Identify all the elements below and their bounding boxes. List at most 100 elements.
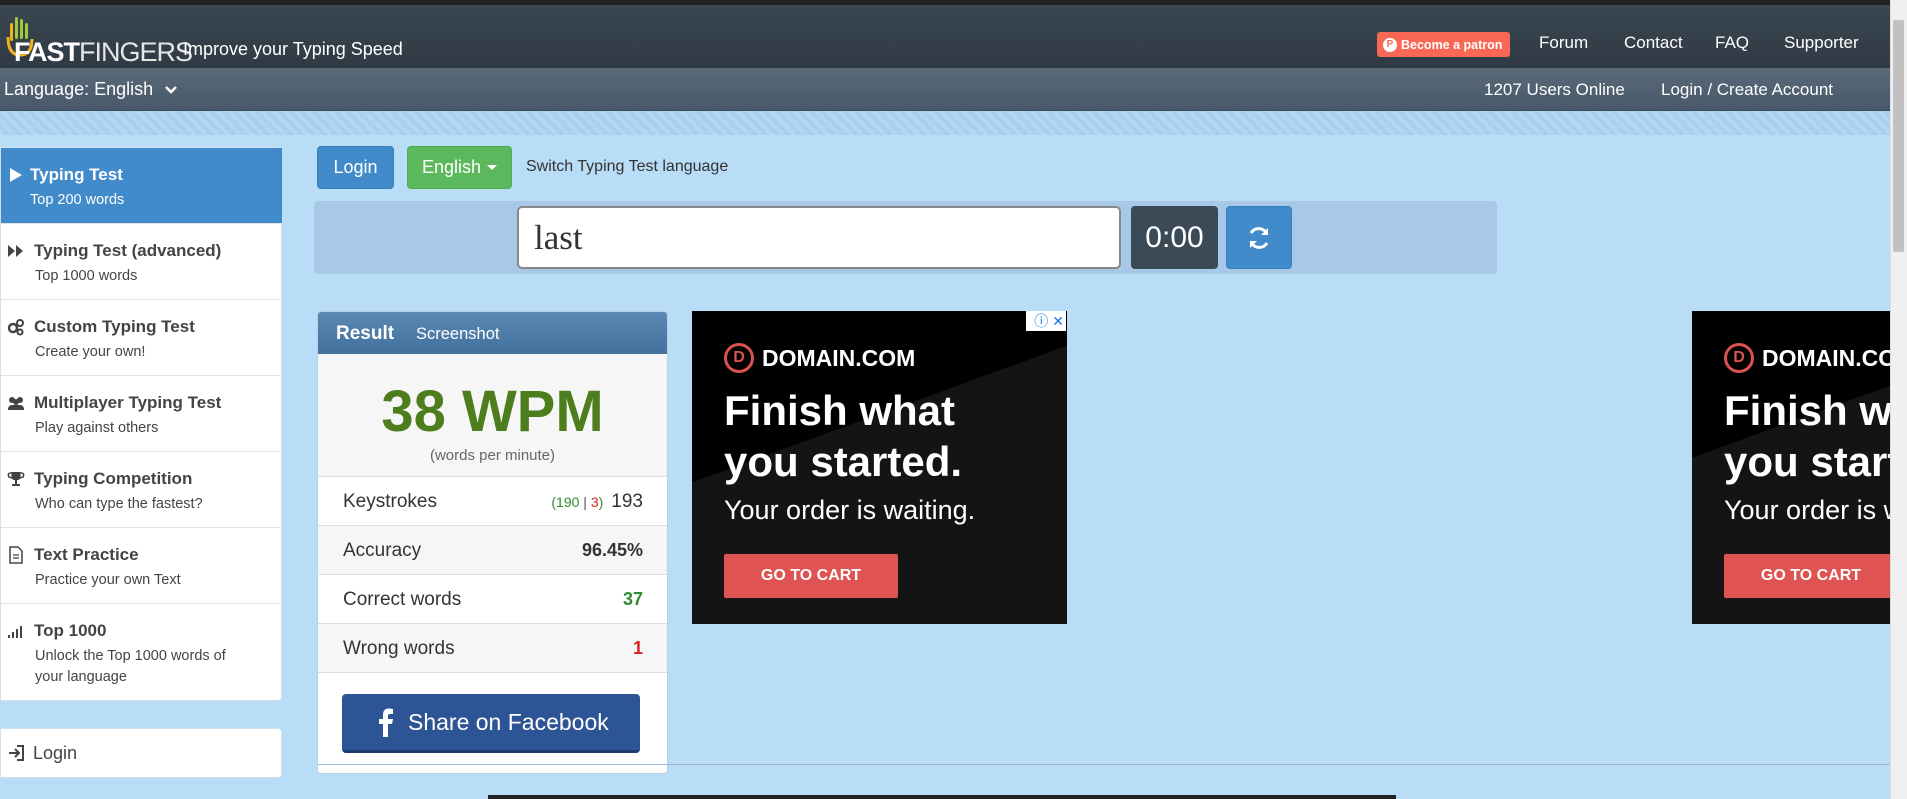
divider [318, 764, 1890, 765]
ad-choices[interactable]: ⓘ ✕ [1026, 311, 1066, 331]
sidebar-item-text-practice[interactable]: Text Practice Practice your own Text [1, 528, 282, 604]
ad-cta-button[interactable]: GO TO CART [1724, 554, 1890, 598]
correct-words-value: 37 [622, 589, 643, 609]
logo[interactable]: FASTFINGERS [4, 15, 193, 67]
nav-faq[interactable]: FAQ [1715, 33, 1749, 53]
sidebar-item-title: Typing Test (advanced) [34, 241, 222, 260]
scrollbar-thumb[interactable] [1893, 20, 1904, 252]
ad-brand: DDOMAIN.COM [1724, 343, 1890, 373]
fast-forward-icon [8, 245, 23, 257]
share-facebook-label: Share on Facebook [408, 708, 609, 735]
nav-contact[interactable]: Contact [1624, 33, 1683, 53]
domain-logo-icon: D [724, 343, 754, 373]
result-header: Result Screenshot [318, 312, 667, 354]
sidebar-item-typing-test-advanced[interactable]: Typing Test (advanced) Top 1000 words [1, 224, 282, 300]
sidebar-item-title: Custom Typing Test [34, 317, 195, 336]
ad-headline: Finish whatyou started. [724, 387, 963, 485]
nav-supporter[interactable]: Supporter [1784, 33, 1859, 53]
caret-down-icon [487, 165, 498, 170]
trophy-icon [7, 472, 25, 486]
sub-header: Language: English 1207 Users Online Logi… [0, 68, 1890, 111]
gears-icon [7, 319, 24, 336]
sidebar-item-sub: Top 1000 words [35, 268, 138, 284]
logo-text: FASTFINGERS [14, 37, 193, 67]
sidebar-item-sub: Practice your own Text [35, 572, 181, 588]
wpm-box: 38 WPM (words per minute) [318, 354, 667, 477]
switch-language-label: Switch Typing Test language [526, 158, 729, 175]
sidebar-login-label: Login [33, 743, 78, 763]
result-panel: Result Screenshot 38 WPM (words per minu… [317, 311, 668, 774]
advertisement[interactable]: D DOMAIN.COM Finish what you started. Your… [692, 311, 1067, 624]
sidebar-item-sub: Top 200 words [30, 192, 125, 208]
wpm-subtitle: (words per minute) [429, 447, 556, 464]
wrong-words-row: Wrong words 1 [318, 624, 667, 673]
users-online: 1207 Users Online [1484, 80, 1625, 99]
sidebar: Typing Test Top 200 words Typing Test (a… [0, 147, 282, 701]
wrong-words-value: 1 [632, 638, 643, 658]
ad-headline: Finish whatyou started. [1724, 387, 1890, 485]
patreon-icon: P [1383, 37, 1397, 52]
facebook-icon [379, 708, 393, 737]
bottom-edge [488, 795, 1396, 799]
language-dropdown[interactable]: Language: English [4, 79, 178, 100]
header-stripe [0, 111, 1890, 135]
sidebar-item-typing-competition[interactable]: Typing Competition Who can type the fast… [1, 452, 282, 528]
result-tab[interactable]: Result [336, 323, 394, 345]
accuracy-label: Accuracy [343, 540, 422, 561]
correct-words-row: Correct words 37 [318, 575, 667, 624]
sidebar-item-top-1000[interactable]: Top 1000 Unlock the Top 1000 words of yo… [1, 604, 282, 702]
accuracy-value: 96.45% [581, 540, 643, 560]
timer: 0:00 [1131, 206, 1218, 269]
sign-in-icon [9, 745, 24, 761]
screenshot-tab[interactable]: Screenshot [416, 325, 499, 344]
keystrokes-detail: (190 | 3) [551, 494, 604, 510]
sidebar-item-sub: Play against others [35, 420, 159, 436]
keystrokes-label: Keystrokes [343, 491, 437, 512]
domain-logo-icon: D [1724, 343, 1754, 373]
sidebar-item-sub: Unlock the Top 1000 words of your langua… [35, 648, 226, 685]
language-label: Language: English [4, 79, 154, 99]
tagline: Improve your Typing Speed [183, 39, 403, 59]
share-facebook-button[interactable]: Share on Facebook [342, 694, 640, 753]
nav-forum[interactable]: Forum [1539, 33, 1588, 53]
typing-input[interactable]: last [517, 206, 1121, 269]
ad-cta-button[interactable]: GO TO CART [724, 554, 898, 598]
play-icon [10, 168, 22, 182]
language-select-label: English [421, 157, 482, 177]
sidebar-item-multiplayer[interactable]: Multiplayer Typing Test Play against oth… [1, 376, 282, 452]
patron-label: Become a patron [1401, 37, 1503, 52]
sidebar-item-sub: Who can type the fastest? [35, 496, 203, 512]
sidebar-item-title: Text Practice [34, 545, 139, 564]
language-select-button[interactable]: English [407, 146, 512, 189]
sidebar-item-title: Typing Test [30, 165, 123, 184]
sidebar-login[interactable]: Login [0, 728, 282, 778]
ad-brand: DDOMAIN.COM [724, 343, 915, 373]
file-icon [9, 546, 23, 564]
wrong-words-label: Wrong words [343, 638, 455, 659]
sidebar-item-sub: Create your own! [35, 344, 146, 360]
login-create-account-link[interactable]: Login / Create Account [1661, 80, 1833, 100]
refresh-icon [1249, 226, 1269, 249]
ad-close-icon[interactable]: ✕ [1052, 313, 1064, 330]
chevron-down-icon [165, 86, 178, 94]
ad-info-icon[interactable]: ⓘ [1034, 311, 1048, 331]
wpm-value: 38 WPM [381, 379, 604, 444]
become-patron-button[interactable]: P Become a patron [1377, 32, 1511, 57]
accuracy-row: Accuracy 96.45% [318, 526, 667, 575]
sidebar-item-title: Multiplayer Typing Test [34, 393, 222, 412]
sidebar-item-typing-test[interactable]: Typing Test Top 200 words [1, 148, 282, 224]
sidebar-item-title: Typing Competition [34, 469, 193, 488]
ad-subline: Your order is waiting. [724, 495, 976, 525]
signal-icon [8, 626, 22, 638]
ad-subline: Your order is waiting. [1724, 495, 1890, 525]
advertisement-2[interactable]: DDOMAIN.COM Finish whatyou started. Your… [1692, 311, 1890, 624]
reload-button[interactable] [1226, 206, 1292, 269]
keystrokes-row: Keystrokes (190 | 3) 193 [318, 477, 667, 526]
keystrokes-total: 193 [611, 491, 643, 512]
sidebar-item-custom-typing-test[interactable]: Custom Typing Test Create your own! [1, 300, 282, 376]
keystrokes-value: (190 | 3) 193 [551, 491, 643, 513]
users-icon [8, 397, 24, 410]
correct-words-label: Correct words [343, 589, 462, 610]
login-button[interactable]: Login [317, 146, 394, 189]
top-header: FASTFINGERS Improve your Typing Speed P … [0, 0, 1890, 68]
